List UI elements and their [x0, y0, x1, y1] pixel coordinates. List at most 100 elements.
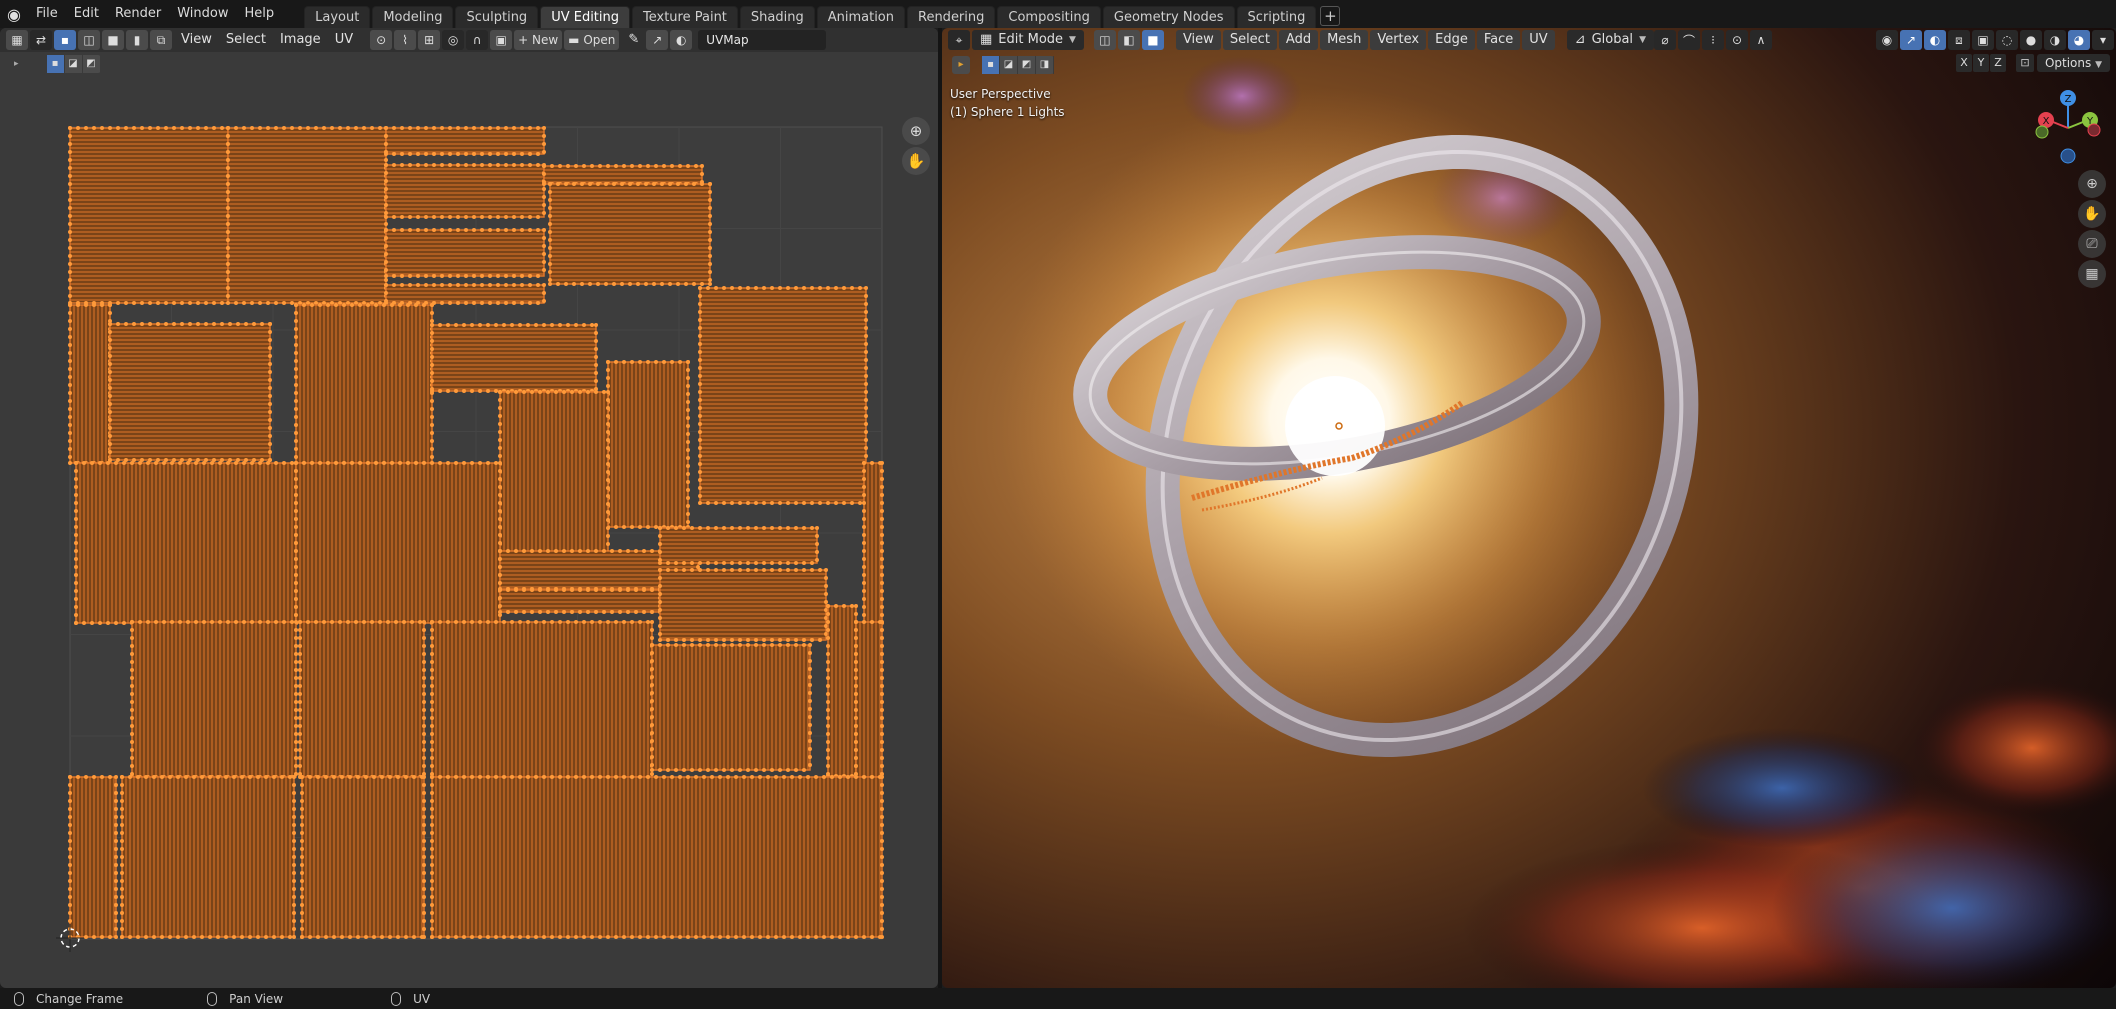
gizmo-toggle-icon[interactable]: ↗: [1900, 30, 1922, 50]
menu-window[interactable]: Window: [169, 0, 236, 28]
camera-icon[interactable]: ⎚: [2078, 230, 2106, 258]
uv-menu-uv[interactable]: UV: [328, 30, 360, 50]
pivot-icon[interactable]: ⌀: [1653, 30, 1676, 50]
image-browse-icon[interactable]: ▣: [490, 30, 513, 50]
material-shading-icon[interactable]: ◑: [2044, 30, 2066, 50]
snap-icon[interactable]: ⌇: [394, 30, 417, 50]
proportional-edit-icon[interactable]: ⊙: [1725, 30, 1748, 50]
face-select-icon[interactable]: ■: [102, 30, 124, 50]
menu-render[interactable]: Render: [107, 0, 169, 28]
select-extend-icon[interactable]: ◪: [65, 55, 83, 73]
sync-selection-icon[interactable]: ⇄: [30, 30, 52, 50]
overlay-toggle-icon[interactable]: ◐: [670, 30, 693, 50]
tab-shading[interactable]: Shading: [739, 6, 815, 28]
uv-vertex: [686, 456, 690, 460]
blender-logo-icon[interactable]: ◉: [0, 0, 28, 28]
select-intersect-icon[interactable]: ◨: [1036, 56, 1054, 74]
snap-element-icon[interactable]: ⁝: [1701, 30, 1724, 50]
snap-icon[interactable]: ⌒: [1677, 30, 1700, 50]
falloff-icon[interactable]: ∩: [466, 30, 489, 50]
open-image-button[interactable]: ▬ Open: [564, 30, 620, 50]
menu-file[interactable]: File: [28, 0, 66, 28]
visibility-icon[interactable]: ◉: [1876, 30, 1898, 50]
zoom-icon[interactable]: ⊕: [2078, 170, 2106, 198]
pivot-icon[interactable]: ⊙: [370, 30, 393, 50]
auto-merge-icon[interactable]: ⊡: [2016, 54, 2034, 72]
solid-shading-icon[interactable]: ●: [2020, 30, 2042, 50]
overlay-toggle-icon[interactable]: ◐: [1924, 30, 1946, 50]
gizmo-neg-z-axis[interactable]: [2060, 148, 2076, 164]
expand-toolbar-icon[interactable]: ▸: [14, 59, 19, 69]
select-extend-icon[interactable]: ◪: [1000, 56, 1018, 74]
viewport-tool-icon[interactable]: ▸: [952, 56, 970, 74]
tab-sculpting[interactable]: Sculpting: [455, 6, 539, 28]
tab-texture-paint[interactable]: Texture Paint: [632, 6, 738, 28]
navigation-gizmo[interactable]: Z Y X: [2028, 86, 2108, 166]
falloff-icon[interactable]: ∧: [1749, 30, 1772, 50]
xray-toggle-icon[interactable]: ▣: [1972, 30, 1994, 50]
new-image-button[interactable]: + New: [514, 30, 563, 50]
wireframe-shading-icon[interactable]: ◌: [1996, 30, 2018, 50]
face-select-icon[interactable]: ■: [1141, 30, 1164, 50]
vp-menu-add[interactable]: Add: [1278, 30, 1319, 50]
editor-type-icon[interactable]: ▦: [6, 30, 28, 50]
add-workspace-button[interactable]: +: [1320, 6, 1341, 26]
tab-modeling[interactable]: Modeling: [372, 6, 454, 28]
proportional-edit-icon[interactable]: ◎: [442, 30, 465, 50]
tab-rendering[interactable]: Rendering: [907, 6, 996, 28]
uv-editor-area[interactable]: ▦ ⇄ ▪ ◫ ■ ▮ ⧉ View Select Image UV ⊙ ⌇ ⊞…: [0, 28, 938, 988]
vp-menu-mesh[interactable]: Mesh: [1320, 30, 1369, 50]
mirror-x-toggle[interactable]: X: [1956, 54, 1972, 72]
pan-hand-icon[interactable]: ✋: [902, 147, 930, 175]
edge-select-icon[interactable]: ◫: [78, 30, 100, 50]
tab-scripting[interactable]: Scripting: [1236, 6, 1317, 28]
vp-menu-vertex[interactable]: Vertex: [1370, 30, 1427, 50]
select-new-icon[interactable]: ▪: [46, 55, 65, 73]
uv-vertex: [300, 871, 304, 875]
uvmap-field[interactable]: UVMap: [698, 30, 827, 50]
tab-uv-editing[interactable]: UV Editing: [540, 6, 631, 28]
menu-edit[interactable]: Edit: [66, 0, 107, 28]
vp-menu-view[interactable]: View: [1175, 30, 1221, 50]
tab-compositing[interactable]: Compositing: [997, 6, 1101, 28]
tab-animation[interactable]: Animation: [816, 6, 905, 28]
uv-menu-image[interactable]: Image: [273, 30, 328, 50]
tab-layout[interactable]: Layout: [304, 6, 371, 28]
vp-menu-uv[interactable]: UV: [1522, 30, 1555, 50]
gizmo-neg-y-axis[interactable]: [2035, 125, 2049, 139]
options-dropdown[interactable]: Options ▼: [2036, 54, 2110, 72]
mirror-z-toggle[interactable]: Z: [1990, 54, 2006, 72]
zoom-icon[interactable]: ⊕: [902, 117, 930, 145]
select-subtract-icon[interactable]: ◩: [83, 55, 101, 73]
editor-type-icon[interactable]: ⌖: [948, 30, 970, 50]
snap-target-icon[interactable]: ⊞: [418, 30, 441, 50]
shading-options-icon[interactable]: ▾: [2092, 30, 2114, 50]
select-subtract-icon[interactable]: ◩: [1018, 56, 1036, 74]
pan-hand-icon[interactable]: ✋: [2078, 200, 2106, 228]
uv-canvas[interactable]: [0, 76, 938, 988]
3d-viewport[interactable]: ⌖ ▦ Edit Mode ▼ ◫ ◧ ■ View Select Add Mesh…: [942, 28, 2116, 988]
vertex-select-icon[interactable]: ◫: [1093, 30, 1116, 50]
transform-orientation-dropdown[interactable]: ⊿ Global ▼: [1566, 30, 1654, 50]
pin-icon[interactable]: ✎: [621, 30, 646, 50]
menu-help[interactable]: Help: [237, 0, 283, 28]
vp-menu-select[interactable]: Select: [1222, 30, 1277, 50]
gizmo-toggle-icon[interactable]: ↗: [646, 30, 669, 50]
mesh-edit-overlay-icon[interactable]: ⧈: [1948, 30, 1970, 50]
vp-menu-edge[interactable]: Edge: [1428, 30, 1475, 50]
mirror-y-toggle[interactable]: Y: [1973, 54, 1989, 72]
vp-menu-face[interactable]: Face: [1476, 30, 1521, 50]
gizmo-neg-x-axis[interactable]: [2087, 123, 2101, 137]
island-select-icon[interactable]: ▮: [126, 30, 148, 50]
vertex-select-icon[interactable]: ▪: [54, 30, 76, 50]
mode-dropdown[interactable]: ▦ Edit Mode ▼: [972, 30, 1084, 50]
uv-vertex: [778, 643, 782, 647]
tab-geometry-nodes[interactable]: Geometry Nodes: [1102, 6, 1235, 28]
select-new-icon[interactable]: ▪: [982, 56, 1000, 74]
edge-select-icon[interactable]: ◧: [1117, 30, 1140, 50]
uv-menu-select[interactable]: Select: [219, 30, 273, 50]
uv-menu-view[interactable]: View: [174, 30, 219, 50]
ortho-grid-icon[interactable]: ▦: [2078, 260, 2106, 288]
rendered-shading-icon[interactable]: ◕: [2068, 30, 2090, 50]
sticky-select-icon[interactable]: ⧉: [150, 30, 172, 50]
